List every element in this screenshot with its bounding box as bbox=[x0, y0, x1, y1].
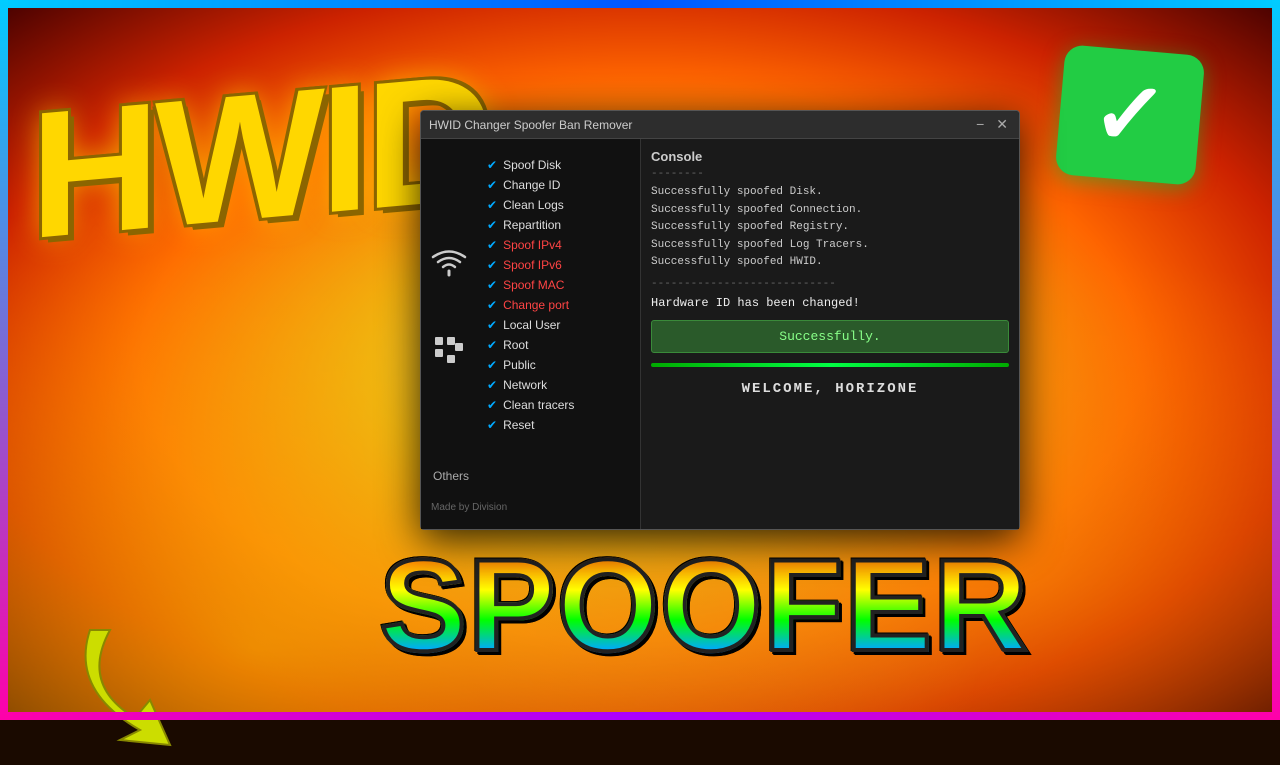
console-line-3: Successfully spoofed Registry. bbox=[651, 219, 1009, 237]
wifi-icon bbox=[431, 247, 467, 285]
success-bar: Successfully. bbox=[651, 320, 1009, 353]
green-progress-line bbox=[651, 363, 1009, 367]
menu-item-repartition[interactable]: ✔ Repartition bbox=[477, 215, 640, 235]
others-label: Others bbox=[433, 469, 469, 483]
console-line-2: Successfully spoofed Connection. bbox=[651, 202, 1009, 220]
menu-item-spoof-ipv6[interactable]: ✔ Spoof IPv6 bbox=[477, 255, 640, 275]
welcome-text: WELCOME, HORIZONE bbox=[651, 381, 1009, 397]
border-bottom bbox=[0, 712, 1280, 720]
border-left bbox=[0, 0, 8, 720]
console-line-4: Successfully spoofed Log Tracers. bbox=[651, 237, 1009, 255]
menu-item-clean-tracers[interactable]: ✔ Clean tracers bbox=[477, 395, 640, 415]
menu-item-spoof-mac[interactable]: ✔ Spoof MAC bbox=[477, 275, 640, 295]
grid-icon bbox=[433, 335, 465, 374]
right-panel: Console -------- Successfully spoofed Di… bbox=[641, 139, 1019, 529]
menu-item-clean-logs[interactable]: ✔ Clean Logs bbox=[477, 195, 640, 215]
menu-item-spoof-ipv4[interactable]: ✔ Spoof IPv4 bbox=[477, 235, 640, 255]
menu-item-spoof-disk[interactable]: ✔ Spoof Disk bbox=[477, 155, 640, 175]
console-divider2: ---------------------------- bbox=[651, 278, 1009, 290]
menu-item-public[interactable]: ✔ Public bbox=[477, 355, 640, 375]
icon-column bbox=[421, 147, 477, 521]
console-line-1: Successfully spoofed Disk. bbox=[651, 184, 1009, 202]
app-window: HWID Changer Spoofer Ban Remover − ✕ bbox=[420, 110, 1020, 530]
made-by-label: Made by Division bbox=[431, 502, 507, 513]
title-bar-controls: − ✕ bbox=[973, 116, 1011, 133]
close-button[interactable]: ✕ bbox=[993, 116, 1011, 133]
title-bar: HWID Changer Spoofer Ban Remover − ✕ bbox=[421, 111, 1019, 139]
menu-items-list: ✔ Spoof Disk ✔ Change ID ✔ Clean Logs ✔ … bbox=[477, 147, 640, 521]
console-label: Console bbox=[651, 149, 1009, 164]
left-panel: ✔ Spoof Disk ✔ Change ID ✔ Clean Logs ✔ … bbox=[421, 139, 641, 529]
border-top bbox=[0, 0, 1280, 8]
border-right bbox=[1272, 0, 1280, 720]
window-body: ✔ Spoof Disk ✔ Change ID ✔ Clean Logs ✔ … bbox=[421, 139, 1019, 529]
checkmark-box bbox=[1055, 44, 1206, 186]
console-line-5: Successfully spoofed HWID. bbox=[651, 254, 1009, 272]
minimize-button[interactable]: − bbox=[973, 116, 987, 133]
hwid-changed-text: Hardware ID has been changed! bbox=[651, 296, 1009, 310]
menu-item-root[interactable]: ✔ Root bbox=[477, 335, 640, 355]
menu-item-local-user[interactable]: ✔ Local User bbox=[477, 315, 640, 335]
menu-item-reset[interactable]: ✔ Reset bbox=[477, 415, 640, 435]
spoofer-title: SPOOFER bbox=[380, 530, 1030, 680]
menu-item-change-id[interactable]: ✔ Change ID bbox=[477, 175, 640, 195]
menu-item-change-port[interactable]: ✔ Change port bbox=[477, 295, 640, 315]
window-title: HWID Changer Spoofer Ban Remover bbox=[429, 118, 632, 132]
console-divider1: -------- bbox=[651, 168, 1009, 180]
console-output: Successfully spoofed Disk. Successfully … bbox=[651, 184, 1009, 272]
menu-item-network[interactable]: ✔ Network bbox=[477, 375, 640, 395]
